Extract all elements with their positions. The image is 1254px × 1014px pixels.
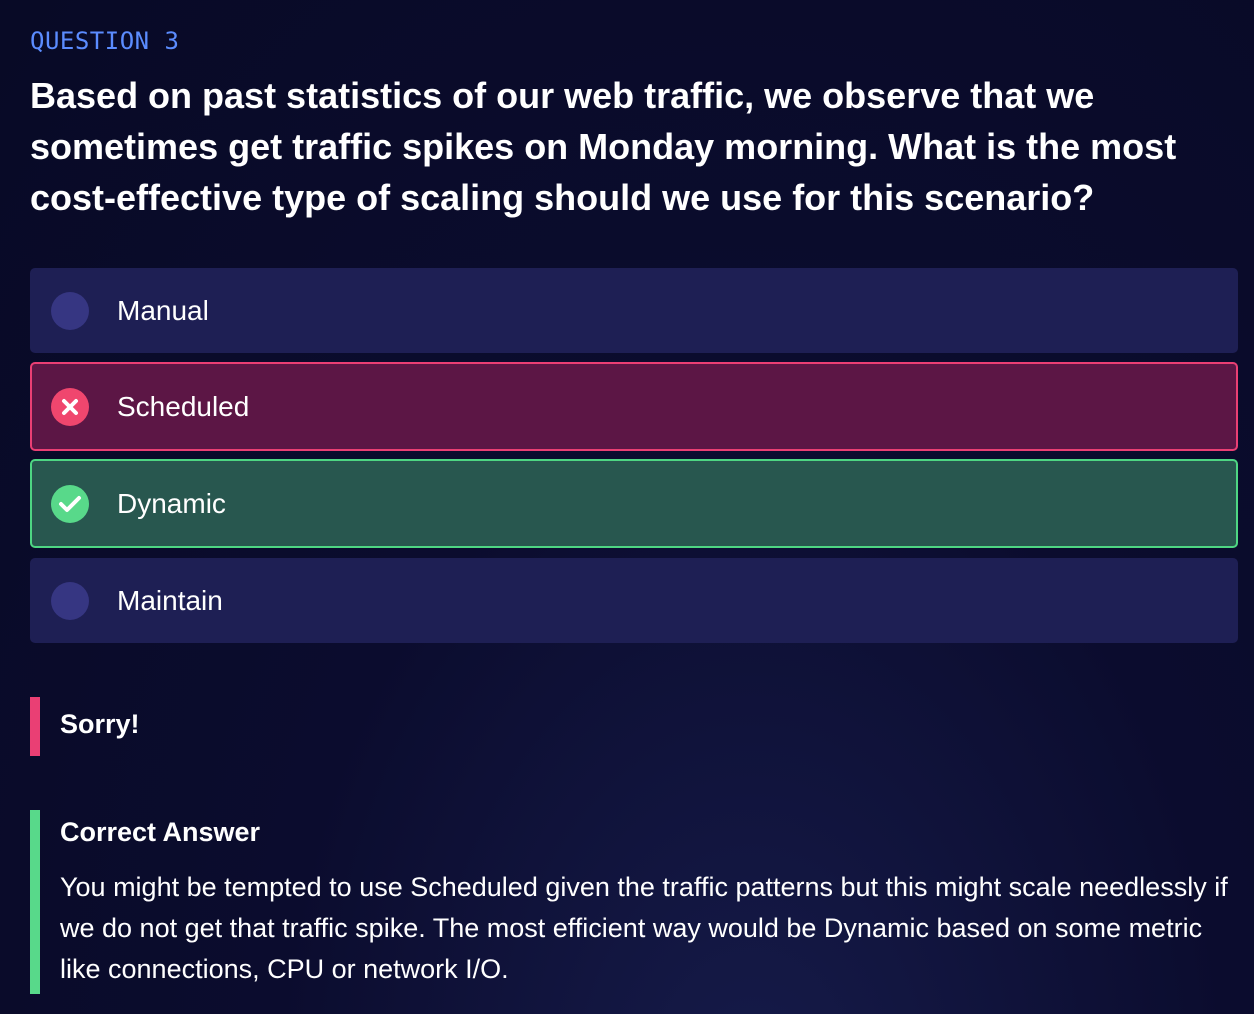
- option-maintain[interactable]: Maintain: [30, 558, 1238, 643]
- option-label: Scheduled: [117, 390, 250, 422]
- option-dynamic[interactable]: Dynamic: [30, 459, 1238, 548]
- check-circle-icon: [51, 484, 89, 523]
- result-title: Sorry!: [60, 709, 140, 739]
- radio-empty-icon: [51, 291, 89, 330]
- correct-answer-title: Correct Answer: [60, 817, 261, 847]
- option-manual[interactable]: Manual: [30, 268, 1238, 353]
- x-circle-icon: [51, 387, 89, 426]
- question-number: QUESTION 3: [30, 27, 180, 55]
- result-banner: Sorry!: [30, 697, 140, 756]
- correct-answer-panel: Correct Answer You might be tempted to u…: [30, 810, 1238, 994]
- correct-answer-explanation: You might be tempted to use Scheduled gi…: [60, 872, 1228, 984]
- question-text: Based on past statistics of our web traf…: [30, 75, 1177, 218]
- radio-empty-icon: [51, 581, 89, 620]
- option-label: Dynamic: [117, 487, 226, 519]
- option-scheduled[interactable]: Scheduled: [30, 362, 1238, 451]
- option-label: Maintain: [117, 584, 223, 616]
- option-label: Manual: [117, 294, 209, 326]
